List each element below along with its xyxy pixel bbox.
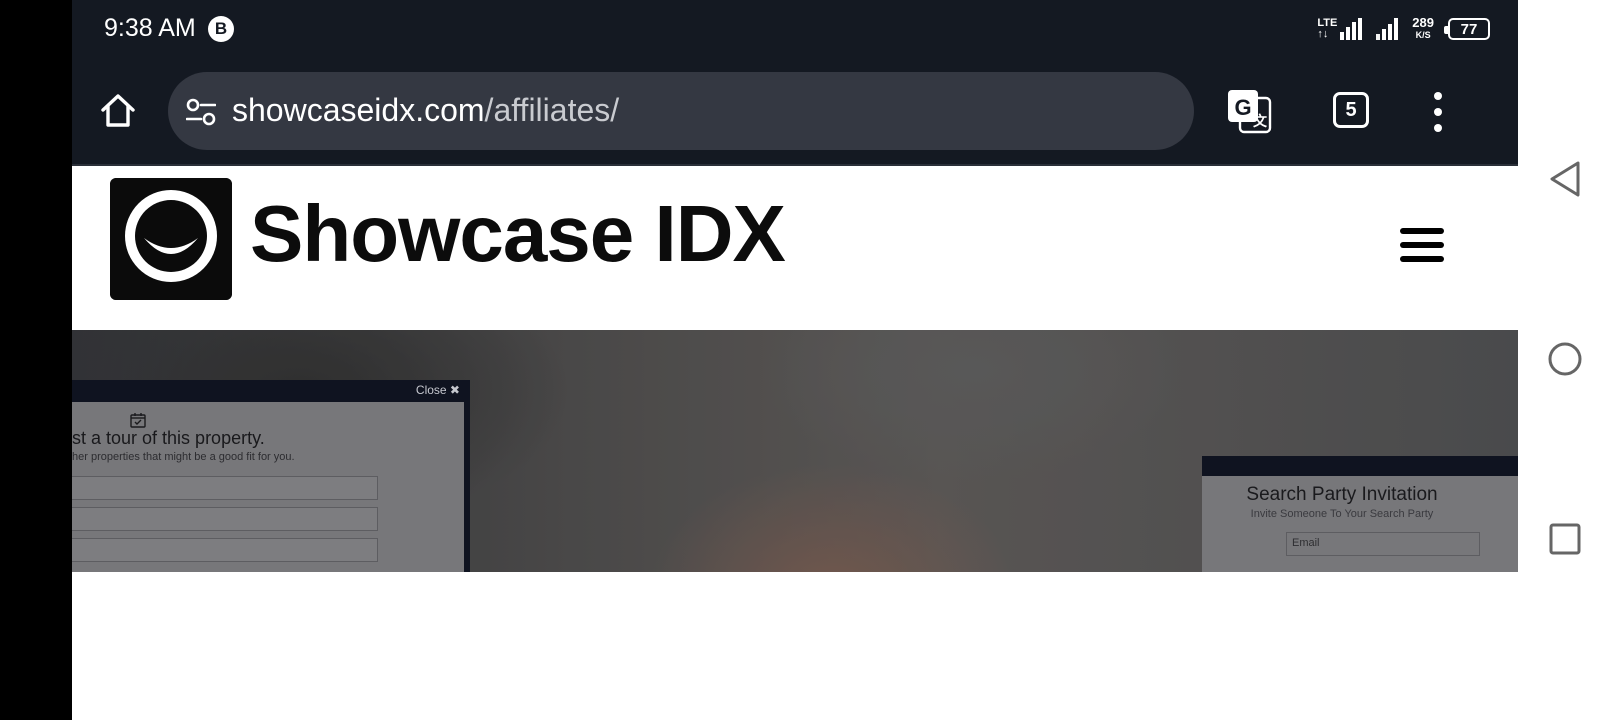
signal-2-icon xyxy=(1376,18,1399,40)
status-bar: 9:38 AM B LTE ↑↓ 289 K/S 77 xyxy=(72,0,1518,58)
system-navigation-bar xyxy=(1518,0,1612,720)
site-settings-icon[interactable] xyxy=(186,98,216,126)
calendar-check-icon xyxy=(130,413,146,428)
url-domain: showcaseidx.com xyxy=(232,92,485,128)
search-party-subtitle: Invite Someone To Your Search Party xyxy=(1250,508,1434,520)
network-type: LTE ↑↓ xyxy=(1317,17,1338,40)
address-bar[interactable]: showcaseidx.com/affiliates/ xyxy=(168,72,1194,150)
status-time: 9:38 AM xyxy=(104,14,196,42)
browser-toolbar: showcaseidx.com/affiliates/ G 文 5 xyxy=(72,58,1518,164)
notification-badge-icon: B xyxy=(208,16,234,42)
hero-image: Close ✖ st a tour of this property. her … xyxy=(72,330,1518,572)
phone-screen: 9:38 AM B LTE ↑↓ 289 K/S 77 showcaseidx.… xyxy=(72,0,1518,720)
url-text[interactable]: showcaseidx.com/affiliates/ xyxy=(232,92,619,129)
tour-request-modal: Close ✖ st a tour of this property. her … xyxy=(72,380,470,572)
showcase-logo-icon[interactable] xyxy=(110,178,232,300)
search-party-email-field[interactable]: Email xyxy=(1286,532,1480,556)
battery-icon: 77 xyxy=(1444,18,1490,40)
close-button[interactable]: Close ✖ xyxy=(416,383,460,397)
site-header: Showcase IDX xyxy=(72,164,1518,330)
home-circle-icon[interactable] xyxy=(1542,336,1588,382)
svg-text:G: G xyxy=(1234,95,1251,120)
svg-text:文: 文 xyxy=(1253,113,1268,129)
tour-email-field[interactable] xyxy=(72,507,378,531)
tour-modal-subtitle: her properties that might be a good fit … xyxy=(72,451,295,463)
hamburger-menu-icon[interactable] xyxy=(1400,228,1444,262)
recents-square-icon[interactable] xyxy=(1542,516,1588,562)
battery-level: 77 xyxy=(1460,20,1478,38)
home-icon[interactable] xyxy=(98,90,138,130)
status-indicators: LTE ↑↓ 289 K/S 77 xyxy=(1317,12,1490,46)
signal-icon xyxy=(1340,18,1363,40)
more-vert-icon[interactable] xyxy=(1432,92,1444,132)
page-body xyxy=(72,572,1518,720)
url-path: /affiliates/ xyxy=(484,92,620,128)
translate-icon[interactable]: G 文 xyxy=(1226,88,1272,134)
tour-phone-field[interactable] xyxy=(72,538,378,562)
search-party-title: Search Party Invitation xyxy=(1246,484,1438,505)
site-logo-text[interactable]: Showcase IDX xyxy=(250,188,786,280)
tour-name-field[interactable] xyxy=(72,476,378,500)
tab-switcher-button[interactable]: 5 xyxy=(1333,92,1369,128)
tour-modal-title: st a tour of this property. xyxy=(72,428,265,448)
search-party-modal: Search Party Invitation Invite Someone T… xyxy=(1202,456,1518,572)
network-speed: 289 K/S xyxy=(1412,15,1434,40)
lte-signal: LTE ↑↓ xyxy=(1317,17,1363,40)
back-triangle-icon[interactable] xyxy=(1542,156,1588,202)
left-screen-edge xyxy=(0,0,72,720)
